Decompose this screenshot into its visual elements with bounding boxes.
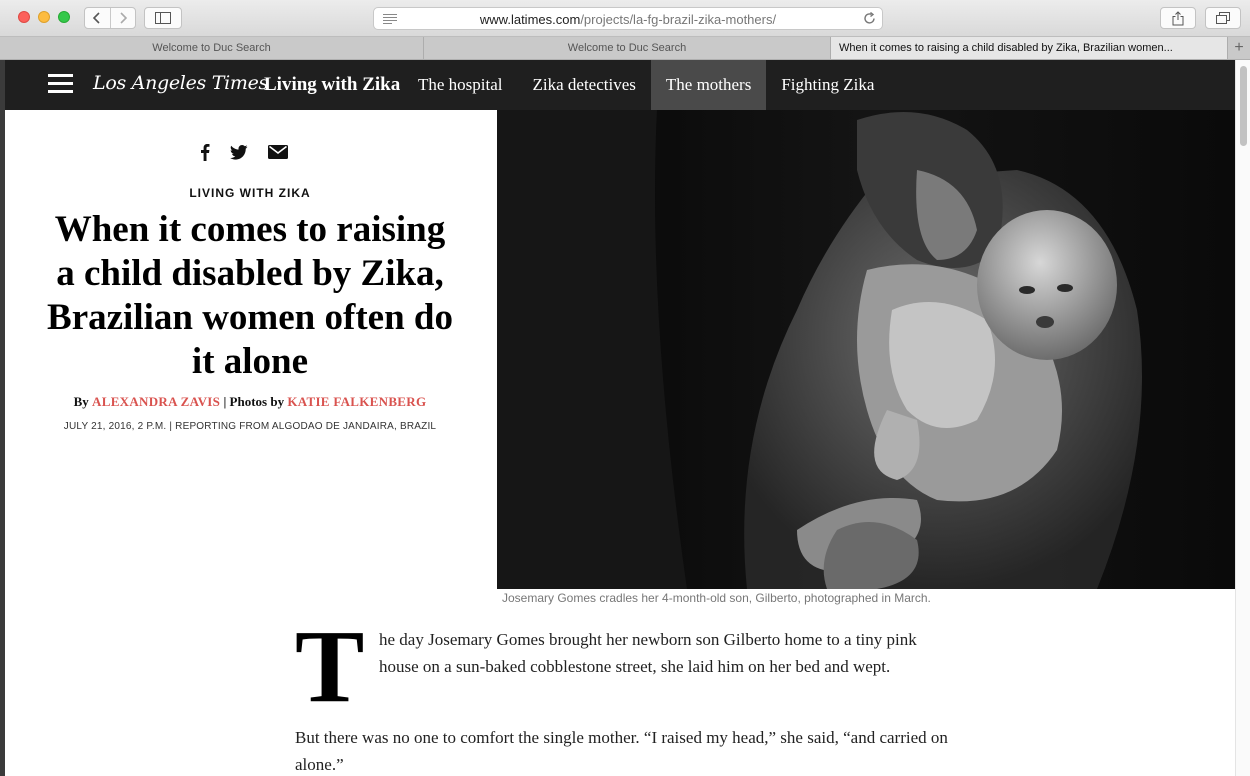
back-button[interactable] [85,8,110,28]
forward-button[interactable] [109,8,136,28]
tab-latimes-article[interactable]: When it comes to raising a child disable… [831,37,1228,59]
article-dateline: JULY 21, 2016, 2 P.M. | REPORTING FROM A… [63,421,437,432]
tab-label: When it comes to raising a child disable… [839,42,1173,54]
share-icon [1172,10,1184,25]
show-tabs-button[interactable] [1205,7,1241,29]
article-kicker[interactable]: LIVING WITH ZIKA [5,186,495,200]
mother-and-child-photo [497,110,1235,589]
url-domain: www.latimes.com [479,12,581,27]
close-window-button[interactable] [18,11,30,23]
article-byline: By ALEXANDRA ZAVIS | Photos by KATIE FAL… [5,394,495,410]
zoom-window-button[interactable] [58,11,70,23]
chevron-left-icon [93,12,100,24]
url-text: www.latimes.com/projects/la-fg-brazil-zi… [374,12,882,27]
browser-toolbar: www.latimes.com/projects/la-fg-brazil-zi… [0,0,1250,37]
sidebar-toggle-button[interactable] [144,7,182,29]
plus-icon: + [1234,39,1244,56]
scrollbar-thumb[interactable] [1240,66,1247,146]
tab-duc-search-2[interactable]: Welcome to Duc Search [424,37,831,59]
section-nav: The hospital Zika detectives The mothers… [403,60,889,110]
reload-icon[interactable] [863,12,876,25]
facebook-icon[interactable] [200,143,210,161]
nav-item-zika-detectives[interactable]: Zika detectives [518,60,651,110]
share-button[interactable] [1160,7,1196,29]
chevron-right-icon [120,12,127,24]
tab-label: Welcome to Duc Search [152,42,271,54]
nav-item-fighting-zika[interactable]: Fighting Zika [766,60,889,110]
hero-photo [497,110,1235,589]
page-scrollbar[interactable] [1235,60,1250,776]
photographer-link[interactable]: KATIE FALKENBERG [287,394,426,409]
tabs-overview-icon [1216,11,1230,24]
nav-item-mothers[interactable]: The mothers [650,60,767,110]
article-headline: When it comes to raising a child disable… [47,209,453,382]
tab-bar: Welcome to Duc Search Welcome to Duc Sea… [0,37,1250,60]
section-title[interactable]: Living with Zika [264,74,400,96]
address-bar[interactable]: www.latimes.com/projects/la-fg-brazil-zi… [373,7,883,30]
article-paragraph-2: But there was no one to comfort the sing… [295,728,948,774]
email-icon[interactable] [268,145,288,159]
url-path: /projects/la-fg-brazil-zika-mothers/ [580,12,777,27]
article-paragraph-1: he day Josemary Gomes brought her newbor… [379,630,917,676]
photos-prefix: | Photos by [223,394,285,409]
menu-icon[interactable] [48,74,73,94]
twitter-icon[interactable] [230,144,248,160]
tab-label: Welcome to Duc Search [567,42,687,54]
nav-item-hospital[interactable]: The hospital [403,60,518,110]
site-header: Los Angeles Times Living with Zika The h… [5,60,1235,110]
minimize-window-button[interactable] [38,11,50,23]
history-nav [84,7,136,29]
byline-prefix: By [73,394,89,409]
tab-duc-search-1[interactable]: Welcome to Duc Search [0,37,424,59]
drop-cap: T [295,609,365,724]
page-viewport: Los Angeles Times Living with Zika The h… [5,60,1235,776]
new-tab-button[interactable]: + [1228,37,1250,59]
social-share [200,143,288,161]
author-link[interactable]: ALEXANDRA ZAVIS [92,394,220,409]
photo-caption: Josemary Gomes cradles her 4-month-old s… [502,591,931,605]
site-logo[interactable]: Los Angeles Times [93,72,268,94]
sidebar-icon [155,12,171,24]
